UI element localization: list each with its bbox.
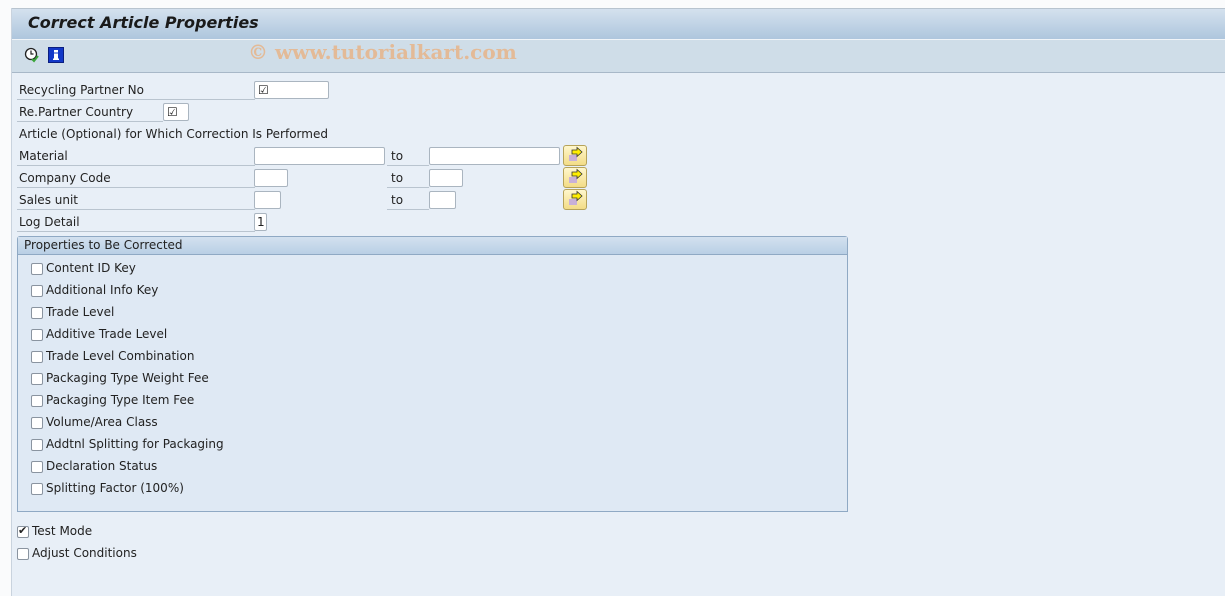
- property-checkbox[interactable]: [31, 439, 43, 451]
- arrow-right-icon: [569, 168, 583, 183]
- info-icon[interactable]: [48, 47, 64, 63]
- label-underline: [387, 187, 429, 188]
- company-code-row: Company Code to: [17, 167, 617, 188]
- sales-unit-to-input[interactable]: [429, 191, 456, 209]
- property-label: Volume/Area Class: [46, 415, 158, 429]
- recycling-partner-row: Recycling Partner No ☑: [17, 80, 347, 100]
- sales-unit-row: Sales unit to: [17, 189, 617, 210]
- log-detail-row: Log Detail 1: [17, 212, 347, 232]
- company-code-multiple-selection-button[interactable]: [563, 167, 587, 188]
- article-section-label: Article (Optional) for Which Correction …: [19, 127, 328, 141]
- sales-unit-from-input[interactable]: [254, 191, 281, 209]
- material-multiple-selection-button[interactable]: [563, 145, 587, 166]
- property-checkbox[interactable]: [31, 373, 43, 385]
- company-code-to-label: to: [391, 171, 404, 185]
- property-checkbox[interactable]: [31, 483, 43, 495]
- page-title: Correct Article Properties: [28, 13, 259, 32]
- adjust-conditions-checkbox[interactable]: [17, 548, 29, 560]
- recycling-partner-label: Recycling Partner No: [19, 83, 144, 97]
- company-code-to-input[interactable]: [429, 169, 463, 187]
- property-checkbox[interactable]: [31, 351, 43, 363]
- properties-group-title: Properties to Be Corrected: [24, 238, 183, 252]
- label-underline: [387, 209, 429, 210]
- sales-unit-multiple-selection-button[interactable]: [563, 189, 587, 210]
- sales-unit-to-label: to: [391, 193, 404, 207]
- property-checkbox[interactable]: [31, 417, 43, 429]
- log-detail-input[interactable]: 1: [254, 213, 267, 231]
- title-bar: Correct Article Properties: [12, 8, 1225, 40]
- adjust-conditions-label: Adjust Conditions: [32, 546, 137, 560]
- label-underline: [17, 187, 255, 188]
- property-label: Packaging Type Item Fee: [46, 393, 195, 407]
- material-to-label: to: [391, 149, 404, 163]
- company-code-from-input[interactable]: [254, 169, 288, 187]
- test-mode-checkbox[interactable]: [17, 524, 29, 538]
- partner-country-input[interactable]: ☑: [163, 103, 189, 121]
- partner-country-label: Re.Partner Country: [19, 105, 134, 119]
- company-code-label: Company Code: [19, 171, 111, 185]
- required-marker: ☑: [167, 105, 178, 119]
- material-label: Material: [19, 149, 68, 163]
- material-to-input[interactable]: [429, 147, 560, 165]
- property-checkbox[interactable]: [31, 263, 43, 275]
- property-label: Additive Trade Level: [46, 327, 168, 341]
- material-row: Material to: [17, 145, 617, 166]
- partner-country-row: Re.Partner Country ☑: [17, 102, 347, 122]
- execute-clock-icon[interactable]: [24, 47, 40, 63]
- property-label: Addtnl Splitting for Packaging: [46, 437, 224, 451]
- label-underline: [17, 231, 255, 232]
- sales-unit-label: Sales unit: [19, 193, 79, 207]
- properties-group: Properties to Be Corrected Content ID Ke…: [17, 236, 848, 512]
- label-underline: [17, 99, 255, 100]
- article-section-row: Article (Optional) for Which Correction …: [17, 124, 347, 144]
- property-label: Additional Info Key: [46, 283, 159, 297]
- property-label: Splitting Factor (100%): [46, 481, 184, 495]
- label-underline: [17, 121, 163, 122]
- property-checkbox[interactable]: [31, 461, 43, 473]
- property-label: Trade Level: [46, 305, 115, 319]
- arrow-right-icon: [569, 190, 583, 205]
- property-checkbox[interactable]: [31, 285, 43, 297]
- recycling-partner-input[interactable]: ☑: [254, 81, 329, 99]
- property-label: Declaration Status: [46, 459, 158, 473]
- selection-screen: Correct Article Properties © www.tutoria…: [11, 8, 1225, 596]
- property-label: Trade Level Combination: [46, 349, 195, 363]
- required-marker: ☑: [258, 83, 269, 97]
- log-detail-label: Log Detail: [19, 215, 80, 229]
- test-mode-label: Test Mode: [32, 524, 93, 538]
- property-checkbox[interactable]: [31, 329, 43, 341]
- application-toolbar: © www.tutorialkart.com: [12, 40, 1225, 73]
- properties-group-header: Properties to Be Corrected: [18, 237, 847, 255]
- property-label: Content ID Key: [46, 261, 136, 275]
- property-checkbox[interactable]: [31, 395, 43, 407]
- property-checkbox[interactable]: [31, 307, 43, 319]
- property-label: Packaging Type Weight Fee: [46, 371, 209, 385]
- arrow-right-icon: [569, 146, 583, 161]
- material-from-input[interactable]: [254, 147, 385, 165]
- label-underline: [387, 165, 429, 166]
- label-underline: [17, 209, 255, 210]
- label-underline: [17, 165, 255, 166]
- watermark: © www.tutorialkart.com: [248, 40, 517, 64]
